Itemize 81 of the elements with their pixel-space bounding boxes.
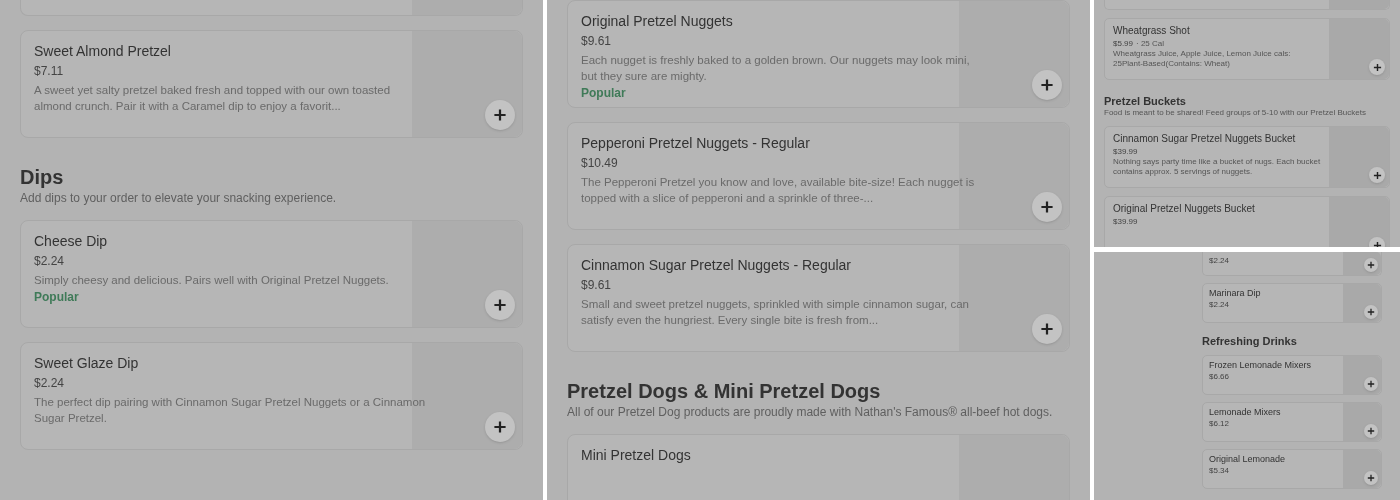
item-description: Small and sweet pretzel nuggets, sprinkled with simple cinnamon sugar, can satisfy even the hungriest. Every single bite is fresh from... bbox=[581, 297, 970, 328]
item-name: Original Lemonade bbox=[1209, 453, 1287, 465]
item-price: $10.49 bbox=[581, 156, 618, 170]
item-description: A sweet yet salty pretzel baked fresh and topped with our own toasted almond crunch. Pair it with a Caramel dip to enjoy a favorit... bbox=[34, 83, 392, 114]
item-description: Nothing says party time like a bucket of nugs. Each bucket contains approx. 5 servings of nuggets. bbox=[1113, 157, 1322, 177]
menu-item-card[interactable]: Pepperoni Pretzel Nuggets - Regular $10.49 The Pepperoni Pretzel you know and love, available bite-size! Each nugget is topped with a slice of pepperoni and a sprinkle of three-... bbox=[567, 122, 1070, 230]
section-description: All of our Pretzel Dog products are proudly made with Nathan's Famous® all-beef hot dogs. bbox=[567, 404, 1054, 420]
item-name: Sweet Almond Pretzel bbox=[34, 42, 172, 61]
item-image-area bbox=[1343, 450, 1381, 488]
item-image-area bbox=[1329, 127, 1389, 187]
menu-item-card[interactable]: Original Pretzel Nuggets $9.61 Each nugget is freshly baked to a golden brown. Our nuggets may look mini, but they sure are mighty. Popular bbox=[567, 0, 1070, 108]
section-heading: Dips bbox=[20, 165, 65, 190]
item-name: Lemonade Mixers bbox=[1209, 406, 1282, 418]
plus-icon bbox=[1040, 200, 1054, 214]
plus-icon bbox=[1367, 474, 1375, 482]
plus-icon bbox=[1367, 427, 1375, 435]
plus-icon bbox=[493, 420, 507, 434]
menu-item-card[interactable]: Sweet Almond Pretzel $7.11 A sweet yet salty pretzel baked fresh and topped with our own toasted almond crunch. Pair it with a Caramel dip to enjoy a favorit... bbox=[20, 30, 523, 138]
item-price: $6.66 bbox=[1209, 372, 1230, 381]
plus-icon bbox=[1367, 261, 1375, 269]
item-price: $6.12 bbox=[1209, 419, 1230, 428]
item-name: Cheese Dip bbox=[34, 232, 109, 251]
menu-item-card[interactable]: Cinnamon Sugar Pretzel Nuggets Bucket $39.99 Nothing says party time like a bucket of nugs. Each bucket contains approx. 5 servings of nuggets. bbox=[1104, 126, 1390, 188]
plus-icon bbox=[493, 108, 507, 122]
section-description: Add dips to your order to elevate your snacking experience. bbox=[20, 190, 338, 206]
plus-icon bbox=[1367, 308, 1375, 316]
item-price: $39.99 bbox=[1113, 217, 1138, 226]
item-name: Frozen Lemonade Mixers bbox=[1209, 359, 1313, 371]
menu-item-card[interactable]: Sweet Glaze Dip $2.24 The perfect dip pairing with Cinnamon Sugar Pretzel Nuggets or a Cinnamon Sugar Pretzel. bbox=[20, 342, 523, 450]
menu-item-card[interactable]: Mini Pretzel Dogs bbox=[567, 434, 1070, 500]
item-price: $9.61 bbox=[581, 278, 612, 292]
item-name: Cinnamon Sugar Pretzel Nuggets Bucket bbox=[1113, 132, 1297, 145]
item-price: $2.24 bbox=[1209, 300, 1230, 309]
item-name: Original Pretzel Nuggets bbox=[581, 12, 734, 31]
item-price: $2.24 bbox=[1209, 256, 1230, 265]
menu-item-card[interactable]: Frozen Lemonade Mixers $6.66 bbox=[1202, 355, 1382, 395]
item-price: $7.11 bbox=[34, 64, 64, 78]
section-heading: Refreshing Drinks bbox=[1202, 334, 1298, 348]
item-description: Simply cheesy and delicious. Pairs well with Original Pretzel Nuggets. bbox=[34, 273, 390, 288]
item-price: $9.61 bbox=[581, 34, 612, 48]
section-heading: Pretzel Dogs & Mini Pretzel Dogs bbox=[567, 379, 882, 404]
item-image-area bbox=[1329, 19, 1389, 79]
plus-icon bbox=[1040, 78, 1054, 92]
item-image-area bbox=[1343, 403, 1381, 441]
menu-item-card[interactable]: Wheatgrass Shot $5.99 · 25 Cal Wheatgrass Juice, Apple Juice, Lemon Juice cals: 25Plant-Based(Contains: Wheat) bbox=[1104, 18, 1390, 80]
plus-icon bbox=[1040, 322, 1054, 336]
menu-item-card[interactable]: Cheese Dip $2.24 Simply cheesy and delicious. Pairs well with Original Pretzel Nuggets. Popular bbox=[20, 220, 523, 328]
item-price: $5.34 bbox=[1209, 466, 1230, 475]
item-price: $2.24 bbox=[34, 376, 65, 390]
item-description: The perfect dip pairing with Cinnamon Sugar Pretzel Nuggets or a Cinnamon Sugar Pretzel. bbox=[34, 395, 427, 426]
item-image-area bbox=[1343, 284, 1381, 322]
item-name: Mini Pretzel Dogs bbox=[581, 446, 692, 465]
item-name: Cinnamon Sugar Pretzel Nuggets - Regular bbox=[581, 256, 853, 275]
plus-icon bbox=[493, 298, 507, 312]
item-description: Each nugget is freshly baked to a golden brown. Our nuggets may look mini, but they sure are mighty. bbox=[581, 53, 971, 84]
plus-icon bbox=[1372, 170, 1382, 180]
section-heading: Pretzel Buckets bbox=[1104, 94, 1187, 108]
item-name: Sweet Glaze Dip bbox=[34, 354, 140, 373]
item-name: Original Pretzel Nuggets Bucket bbox=[1113, 202, 1256, 215]
popular-label: Popular bbox=[581, 85, 627, 102]
item-price: $39.99 bbox=[1113, 147, 1138, 156]
menu-item-card[interactable]: Original Pretzel Nuggets Bucket $39.99 bbox=[1104, 196, 1390, 247]
item-name: Wheatgrass Shot bbox=[1113, 24, 1191, 37]
menu-item-card[interactable]: Lemonade Mixers $6.12 bbox=[1202, 402, 1382, 442]
menu-item-card[interactable]: Original Lemonade $5.34 bbox=[1202, 449, 1382, 489]
item-calories: · 25 Cal bbox=[1136, 39, 1165, 48]
plus-icon bbox=[1367, 380, 1375, 388]
section-description: Food is meant to be shared! Feed groups of 5-10 with our Pretzel Buckets bbox=[1104, 108, 1367, 118]
item-name: Pepperoni Pretzel Nuggets - Regular bbox=[581, 134, 811, 153]
item-description: Wheatgrass Juice, Apple Juice, Lemon Juice cals: 25Plant-Based(Contains: Wheat) bbox=[1113, 49, 1292, 69]
plus-icon bbox=[1372, 240, 1382, 247]
item-image-area bbox=[1343, 356, 1381, 394]
menu-item-card[interactable]: Cinnamon Sugar Pretzel Nuggets - Regular $9.61 Small and sweet pretzel nuggets, sprinkled with simple cinnamon sugar, can satisfy even the hungriest. Every single bite is fresh from... bbox=[567, 244, 1070, 352]
menu-item-card[interactable]: $2.24 bbox=[1202, 252, 1382, 276]
menu-item-card[interactable]: Marinara Dip $2.24 bbox=[1202, 283, 1382, 323]
item-price: $2.24 bbox=[34, 254, 65, 268]
item-price: $5.99 bbox=[1113, 39, 1134, 48]
item-description: The Pepperoni Pretzel you know and love, available bite-size! Each nugget is topped with a slice of pepperoni and a sprinkle of three-... bbox=[581, 175, 975, 206]
item-name: Marinara Dip bbox=[1209, 287, 1262, 299]
popular-label: Popular bbox=[34, 289, 80, 306]
plus-icon bbox=[1372, 62, 1382, 72]
